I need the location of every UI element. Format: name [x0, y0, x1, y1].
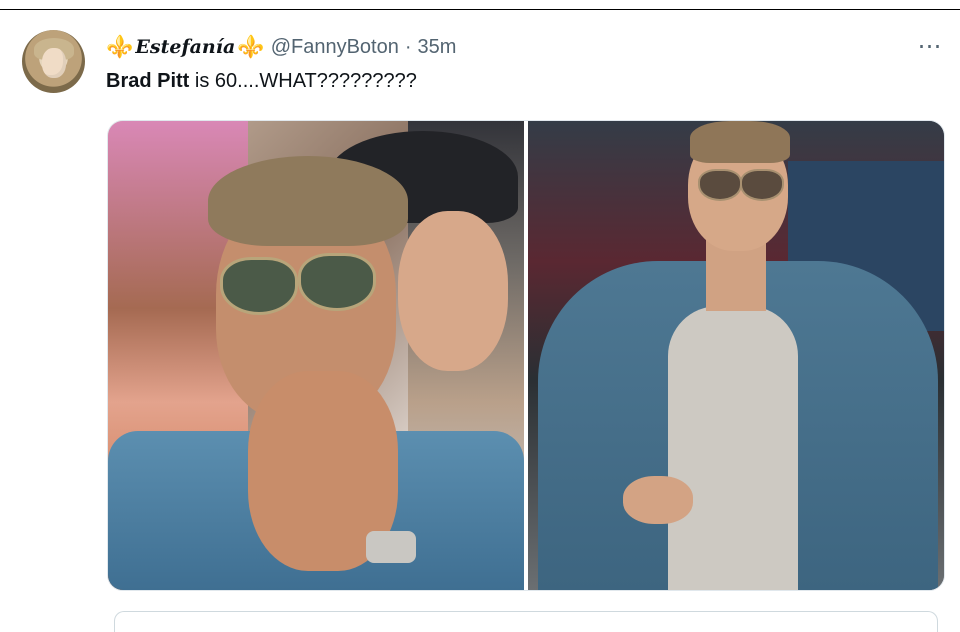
- display-name[interactable]: Estefanía: [135, 36, 235, 58]
- sunglasses-lens-right: [298, 253, 376, 311]
- fleur-de-lis-icon: ⚜️: [237, 34, 265, 59]
- person-hair: [690, 121, 790, 163]
- fleur-de-lis-icon: ⚜️: [106, 34, 134, 59]
- person-hair: [208, 156, 408, 246]
- top-divider: [0, 0, 960, 10]
- media-grid: [107, 120, 945, 591]
- sunglasses-lens-left: [220, 257, 298, 315]
- photo-left[interactable]: [108, 121, 524, 590]
- tweet-text-rest: is 60....WHAT?????????: [189, 70, 417, 92]
- person-background-face: [398, 211, 508, 371]
- more-options-icon[interactable]: ⋯: [912, 33, 948, 60]
- next-card-edge: [114, 611, 938, 632]
- user-handle[interactable]: @FannyBoton: [271, 36, 399, 59]
- photo-right[interactable]: [528, 121, 944, 590]
- tweet-header: ⚜️ Estefanía ⚜️ @FannyBoton · 35m: [106, 33, 456, 61]
- wristwatch: [366, 531, 416, 563]
- grey-tshirt: [668, 306, 798, 590]
- avatar[interactable]: [22, 30, 85, 93]
- separator-dot: ·: [404, 35, 412, 58]
- sunglasses-lens-right: [740, 169, 784, 201]
- sunglasses-lens-left: [698, 169, 742, 201]
- tweet-text: Brad Pitt is 60....WHAT?????????: [106, 70, 417, 93]
- avatar-face: [42, 48, 66, 78]
- person-hand: [623, 476, 693, 524]
- timestamp[interactable]: 35m: [418, 36, 457, 59]
- tweet-text-bold: Brad Pitt: [106, 70, 190, 92]
